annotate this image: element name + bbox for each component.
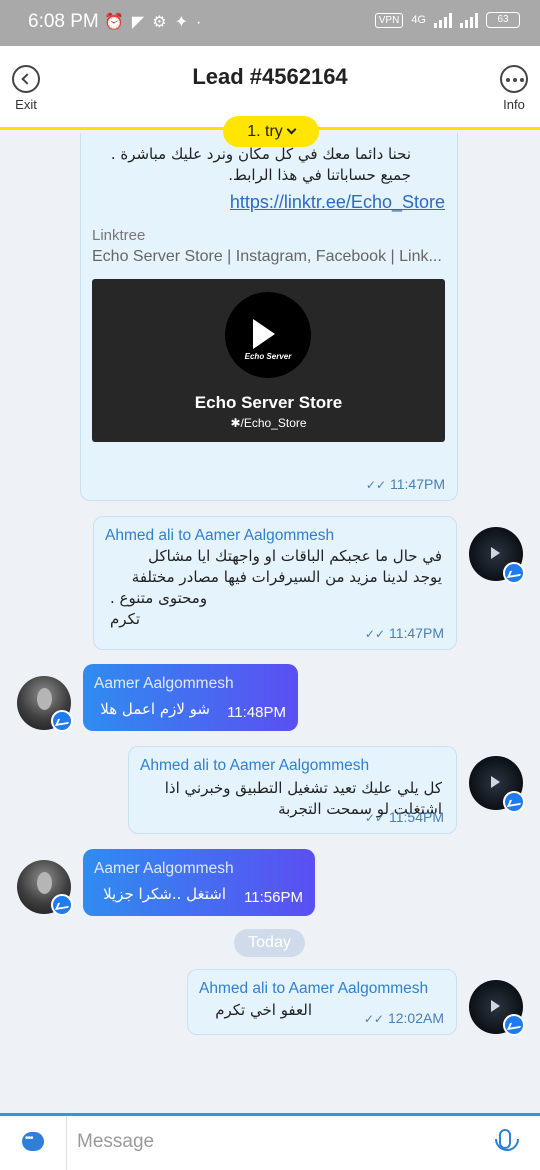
message-text: العفو اخي تكرم (215, 1001, 312, 1019)
message-time: 11:56PM (244, 889, 303, 906)
signal-icon (434, 12, 452, 28)
status-right: VPN 4G 63 (374, 12, 520, 28)
read-check-icon: ✓✓ (365, 478, 386, 492)
chat-area[interactable]: نحنا دائما معك في كل مكان ونرد عليك مباش… (0, 133, 540, 1113)
chevron-down-icon (286, 124, 297, 135)
message-sender: Aamer Aalgommesh (94, 675, 234, 692)
messenger-icon (503, 1014, 525, 1036)
preview-image[interactable]: Echo Server Echo Server Store ✱/Echo_Sto… (92, 279, 445, 442)
page-title: Lead #4562164 (192, 64, 348, 89)
message-text: شو لازم اعمل هلا (100, 700, 210, 718)
pipeline-dropdown-label: 1. try (247, 123, 283, 140)
exit-label: Exit (15, 97, 37, 112)
read-check-icon: ✓✓ (364, 627, 385, 641)
date-separator: Today (234, 929, 305, 957)
message-time: 11:48PM (227, 704, 286, 721)
preview-store-name: Echo Server Store (194, 393, 343, 412)
message-sender: Aamer Aalgommesh (94, 860, 234, 877)
preview-store-handle: ✱/Echo_Store (230, 416, 307, 430)
microphone-icon[interactable] (495, 1129, 519, 1151)
messenger-icon (503, 791, 525, 813)
read-check-icon: ✓✓ (364, 811, 385, 825)
message-time: ✓✓ 11:54PM (364, 809, 444, 825)
message-sender: Ahmed ali to Aamer Aalgommesh (199, 980, 429, 997)
signal-icon-2 (460, 12, 478, 28)
quick-reply-icon[interactable] (22, 1132, 44, 1151)
message-bubble-outgoing: Ahmed ali to Aamer Aalgommesh في حال ما … (93, 516, 457, 650)
message-link[interactable]: https://linktr.ee/Echo_Store (230, 192, 445, 213)
vpn-badge: VPN (374, 12, 404, 28)
message-bubble-outgoing: Ahmed ali to Aamer Aalgommesh كل يلي علي… (128, 746, 457, 834)
message-bubble-outgoing: Ahmed ali to Aamer Aalgommesh العفو اخي … (187, 969, 457, 1035)
read-check-icon: ✓✓ (363, 1012, 384, 1026)
message-text: في حال ما عجبكم الباقات او واجهتك ايا مش… (110, 547, 442, 628)
battery-icon: 63 (486, 12, 520, 28)
divider (66, 1116, 67, 1170)
notification-icons: ⏰◤⚙✦· (104, 14, 210, 31)
message-time: ✓✓ 12:02AM (363, 1010, 444, 1026)
message-bubble-link: نحنا دائما معك في كل مكان ونرد عليك مباش… (80, 133, 458, 501)
pipeline-dropdown[interactable]: 1. try (223, 116, 319, 147)
message-sender: Ahmed ali to Aamer Aalgommesh (105, 527, 335, 544)
info-button[interactable]: Info (484, 65, 540, 112)
preview-title: Echo Server Store | Instagram, Facebook … (92, 248, 442, 265)
message-bubble-incoming: Aamer Aalgommesh شو لازم اعمل هلا 11:48P… (83, 664, 298, 731)
info-label: Info (503, 97, 525, 112)
more-icon (500, 65, 528, 93)
message-sender: Ahmed ali to Aamer Aalgommesh (140, 757, 370, 774)
message-text: نحنا دائما معك في كل مكان ونرد عليك مباش… (110, 145, 411, 184)
status-time: 6:08 PM (28, 11, 99, 32)
message-text: اشتغل ..شكرا جزيلا (103, 885, 226, 903)
message-bubble-incoming: Aamer Aalgommesh اشتغل ..شكرا جزيلا 11:5… (83, 849, 315, 916)
preview-site: Linktree (92, 227, 146, 244)
messenger-icon (51, 894, 73, 916)
message-input[interactable] (77, 1131, 477, 1153)
message-composer (0, 1113, 540, 1170)
message-time: ✓✓ 11:47PM (364, 625, 444, 641)
network-type: 4G (411, 14, 426, 26)
status-bar: 6:08 PM ⏰◤⚙✦· VPN 4G 63 (0, 0, 540, 46)
echo-server-logo: Echo Server (225, 292, 311, 378)
messenger-icon (51, 710, 73, 732)
messenger-icon (503, 562, 525, 584)
message-time: ✓✓ 11:47PM (365, 476, 445, 492)
